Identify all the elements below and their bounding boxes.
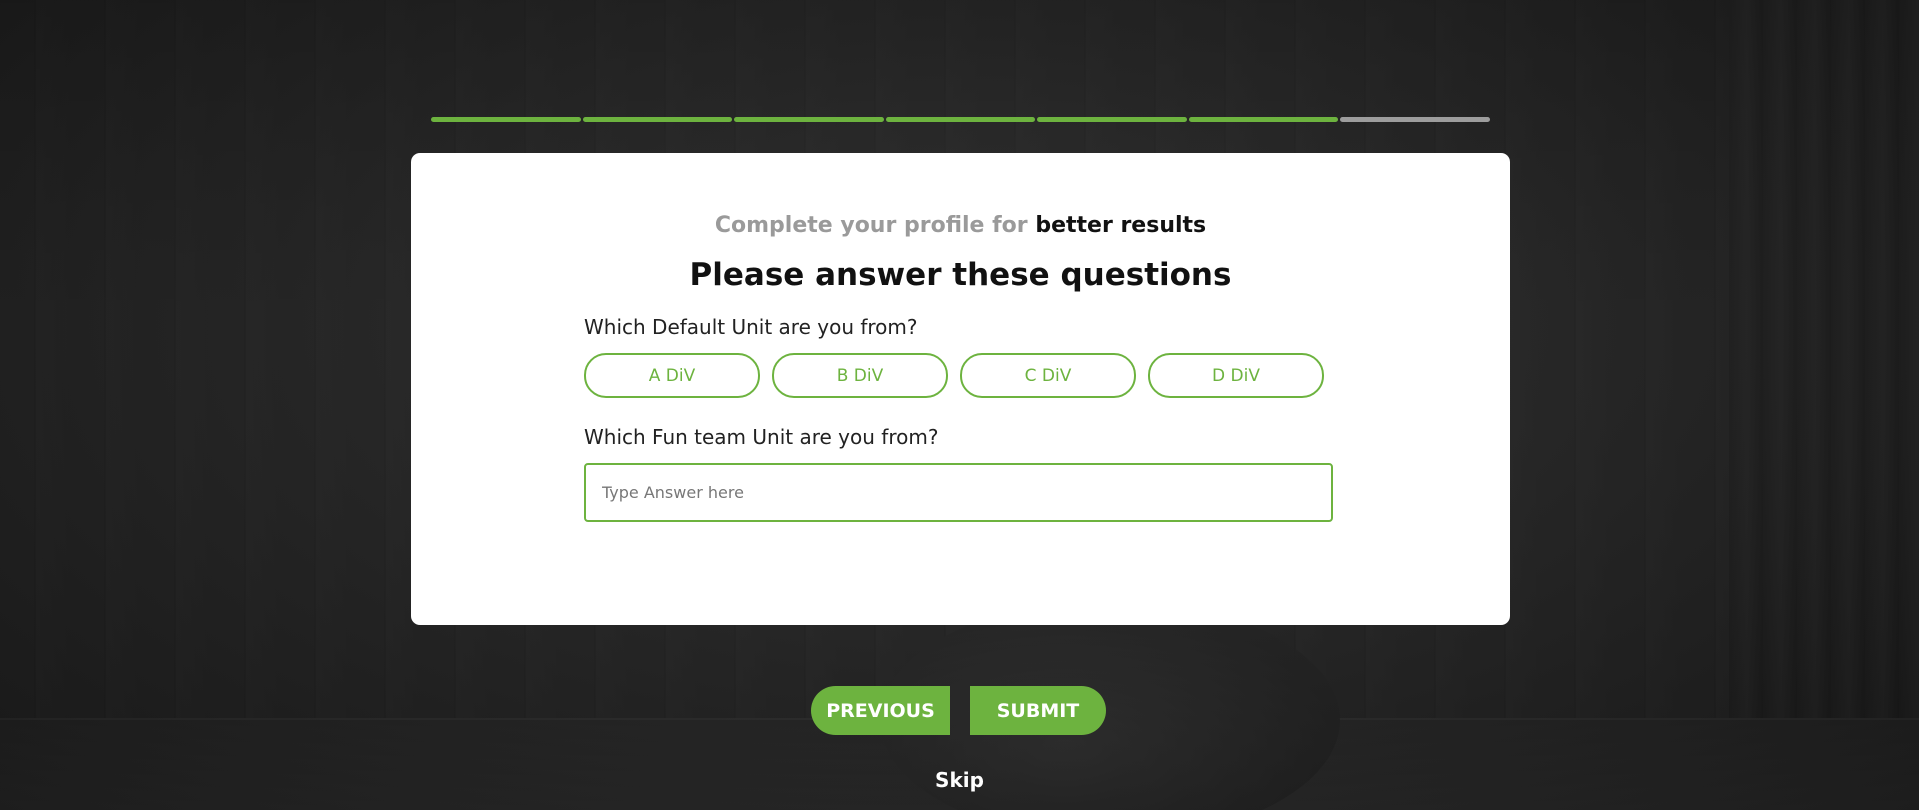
page: Complete your profile for better results…	[0, 0, 1919, 810]
option-a-div-button[interactable]: A DiV	[584, 353, 760, 398]
question-fun-team-unit-label: Which Fun team Unit are you from?	[584, 425, 939, 449]
progress-bar	[431, 117, 1491, 122]
previous-button[interactable]: PREVIOUS	[811, 686, 950, 735]
question-default-unit-label: Which Default Unit are you from?	[584, 315, 918, 339]
progress-segment	[431, 117, 581, 122]
questionnaire-card: Complete your profile for better results…	[411, 153, 1510, 625]
progress-segment	[885, 117, 1036, 122]
skip-link[interactable]: Skip	[0, 768, 1919, 792]
subtitle-muted: Complete your profile for	[714, 213, 1028, 238]
default-unit-options: A DiV B DiV C DiV D DiV	[584, 353, 1324, 398]
progress-segment	[1037, 117, 1187, 122]
progress-segment	[734, 117, 884, 122]
option-d-div-button[interactable]: D DiV	[1148, 353, 1324, 398]
card-subtitle: Complete your profile for better results	[411, 213, 1510, 238]
progress-segment	[1188, 117, 1339, 122]
card-title: Please answer these questions	[689, 257, 1232, 293]
fun-team-unit-input[interactable]	[584, 463, 1333, 522]
subtitle-strong: better results	[1035, 213, 1207, 238]
progress-segment	[582, 117, 733, 122]
option-b-div-button[interactable]: B DiV	[772, 353, 948, 398]
option-c-div-button[interactable]: C DiV	[960, 353, 1136, 398]
progress-segment	[1340, 117, 1491, 122]
submit-button[interactable]: SUBMIT	[970, 686, 1106, 735]
